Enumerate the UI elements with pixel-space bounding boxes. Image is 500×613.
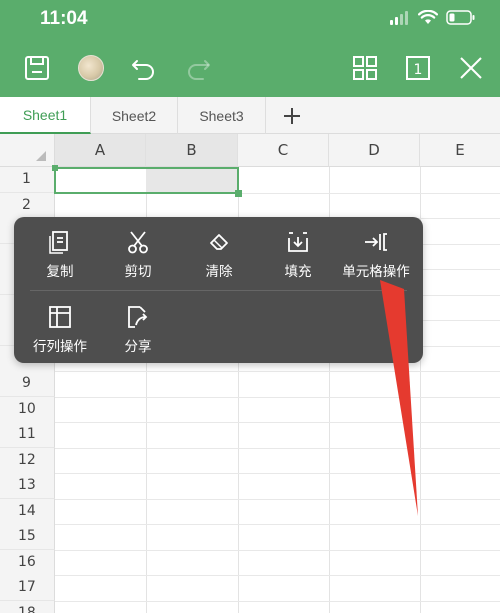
save-button[interactable] [17, 48, 57, 88]
status-bar: 11:04 [0, 0, 500, 40]
menu-item-label: 清除 [205, 264, 233, 280]
undo-button[interactable] [124, 48, 164, 88]
row-header-18[interactable]: 18 [0, 601, 55, 613]
row-header-11[interactable]: 11 [0, 422, 55, 448]
close-icon [460, 57, 482, 79]
corner-triangle-icon [36, 151, 46, 161]
row-header-12[interactable]: 12 [0, 448, 55, 474]
grid-line [55, 397, 500, 398]
sheet-count-icon: 1 [406, 56, 430, 80]
menu-item-label: 填充 [284, 264, 312, 280]
menu-item-label: 剪切 [124, 264, 152, 280]
column-header-a[interactable]: A [55, 134, 146, 167]
menu-item-row-column-operation[interactable]: 行列操作 [20, 305, 100, 355]
avatar [78, 55, 104, 81]
context-menu: 复制 剪切 清除 填充 单元格操作 行列操作 分享 [14, 217, 423, 363]
undo-icon [132, 60, 154, 80]
sheet-count-button[interactable]: 1 [398, 48, 438, 88]
row-header-17[interactable]: 17 [0, 575, 55, 601]
plus-icon [284, 107, 300, 124]
grid-line [55, 448, 500, 449]
column-header-c[interactable]: C [238, 134, 329, 167]
share-icon [128, 306, 148, 328]
row-header-13[interactable]: 13 [0, 473, 55, 499]
toolbar: 1 [0, 40, 500, 97]
menu-item-label: 行列操作 [33, 339, 87, 355]
grid-line [55, 575, 500, 576]
row-header-2[interactable]: 2 [0, 193, 55, 219]
copy-icon [49, 231, 68, 254]
selection-handle-end[interactable] [235, 190, 242, 197]
grid-line [55, 601, 500, 602]
wifi-icon [418, 10, 438, 24]
add-sheet-button[interactable] [272, 97, 312, 134]
menu-item-cell-operation[interactable]: 单元格操作 [336, 230, 416, 280]
redo-button[interactable] [178, 48, 218, 88]
menu-divider [30, 290, 407, 291]
user-avatar-button[interactable] [71, 48, 111, 88]
eraser-icon [210, 234, 228, 250]
menu-item-copy[interactable]: 复制 [20, 230, 100, 280]
spreadsheet-grid[interactable]: A B C D E 1 2 9 10 11 12 13 14 15 16 17 … [0, 134, 500, 613]
fill-icon [288, 232, 308, 252]
grid-view-button[interactable] [345, 48, 385, 88]
tab-sheet3[interactable]: Sheet3 [178, 97, 266, 134]
menu-item-fill[interactable]: 填充 [258, 230, 338, 280]
save-icon [25, 56, 49, 80]
sheet-tabs: Sheet1 Sheet2 Sheet3 [0, 97, 500, 134]
row-header-16[interactable]: 16 [0, 550, 55, 576]
cell-selection-range[interactable] [54, 167, 239, 194]
battery-icon [446, 10, 475, 25]
menu-item-share[interactable]: 分享 [98, 305, 178, 355]
grid-line [55, 524, 500, 525]
row-column-icon [49, 306, 71, 328]
column-header-b[interactable]: B [146, 134, 238, 167]
tab-sheet2[interactable]: Sheet2 [91, 97, 178, 134]
status-icons [390, 10, 476, 25]
close-button[interactable] [451, 48, 491, 88]
column-header-d[interactable]: D [329, 134, 420, 167]
tab-sheet1[interactable]: Sheet1 [0, 97, 91, 134]
selection-handle-start[interactable] [52, 165, 58, 171]
row-header-10[interactable]: 10 [0, 397, 55, 423]
select-all-corner[interactable] [0, 134, 55, 167]
row-header-1[interactable]: 1 [0, 167, 55, 193]
grid-line [55, 550, 500, 551]
sheet-count-number: 1 [414, 62, 423, 78]
row-header-9[interactable]: 9 [0, 371, 55, 397]
status-time: 11:04 [40, 8, 88, 29]
grid-line [55, 422, 500, 423]
grid-line [55, 499, 500, 500]
row-header-14[interactable]: 14 [0, 499, 55, 525]
redo-icon [188, 60, 210, 80]
menu-item-clear[interactable]: 清除 [179, 230, 259, 280]
scissors-icon [128, 231, 148, 254]
grid-view-icon [353, 56, 377, 80]
row-header-15[interactable]: 15 [0, 524, 55, 550]
menu-item-label: 复制 [46, 264, 74, 280]
menu-item-cut[interactable]: 剪切 [98, 230, 178, 280]
grid-line [55, 371, 500, 372]
menu-item-label: 分享 [124, 339, 152, 355]
grid-line [55, 473, 500, 474]
signal-icon [390, 10, 408, 25]
menu-item-label: 单元格操作 [342, 264, 410, 280]
column-header-e[interactable]: E [420, 134, 500, 167]
cell-operation-icon [365, 233, 387, 251]
